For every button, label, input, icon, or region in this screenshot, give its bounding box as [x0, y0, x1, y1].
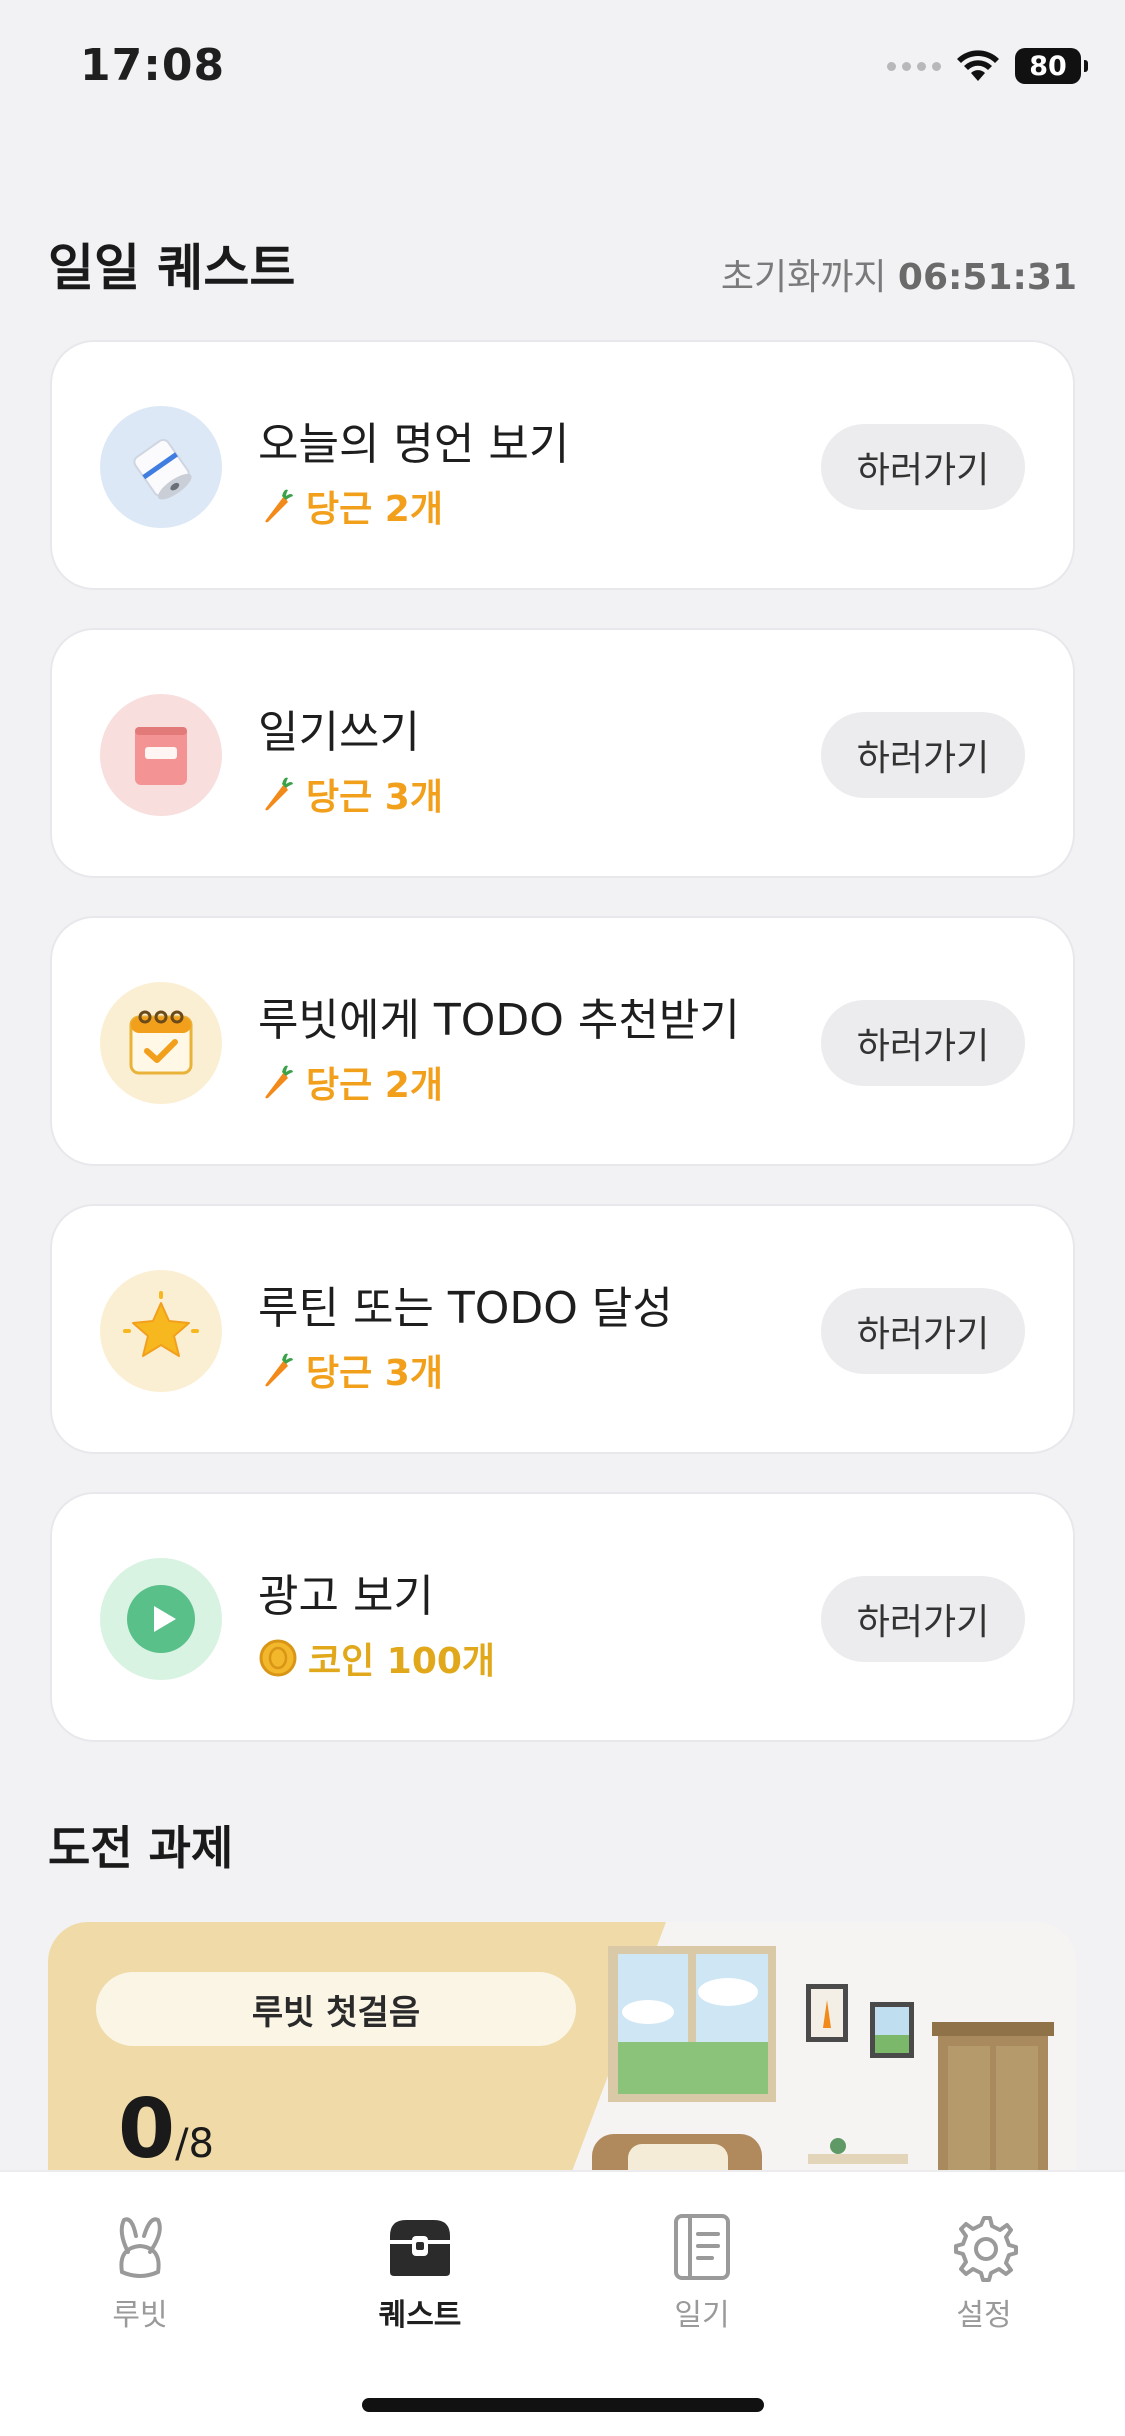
- go-button-routine[interactable]: 하러가기: [821, 1288, 1025, 1374]
- tab-label: 퀘스트: [378, 2298, 462, 2333]
- notebook-icon: [674, 2214, 730, 2280]
- carrot-icon: [265, 489, 293, 523]
- quest-title: 루틴 또는 TODO 달성: [258, 1283, 673, 1334]
- quest-title: 일기쓰기: [258, 707, 420, 758]
- quest-reward: 코인 100개: [258, 1632, 495, 1684]
- status-icons: 80: [887, 48, 1088, 84]
- quest-card-quote: 오늘의 명언 보기 당근 2개 하러가기: [50, 340, 1075, 590]
- carrot-icon: [265, 1353, 293, 1387]
- challenge-card[interactable]: 루빗 첫걸음 0/8: [48, 1922, 1076, 2182]
- reward-text: 코인 100개: [308, 1641, 496, 1682]
- go-button-quote[interactable]: 하러가기: [821, 424, 1025, 510]
- daily-quest-title: 일일 퀘스트: [48, 239, 296, 297]
- quest-reward: 당근 3개: [258, 1344, 443, 1396]
- quest-card-todo-recommend: 루빗에게 TODO 추천받기 당근 2개 하러가기: [50, 916, 1075, 1166]
- reward-text: 당근 3개: [306, 777, 443, 818]
- rabbit-icon: [119, 2217, 162, 2278]
- quest-card-routine: 루틴 또는 TODO 달성 당근 3개 하러가기: [50, 1204, 1075, 1454]
- star-icon: [100, 1270, 222, 1392]
- challenge-label: 루빗 첫걸음: [96, 1972, 576, 2046]
- reward-text: 당근 2개: [306, 489, 443, 530]
- reset-timer: 초기화까지 06:51:31: [721, 248, 1077, 300]
- carrot-icon: [265, 1065, 293, 1099]
- diary-book-icon: [100, 694, 222, 816]
- go-button-ad[interactable]: 하러가기: [821, 1576, 1025, 1662]
- tab-quest[interactable]: 퀘스트: [340, 2212, 500, 2334]
- calendar-check-icon: [100, 982, 222, 1104]
- quest-title: 오늘의 명언 보기: [258, 419, 570, 470]
- reward-text: 당근 3개: [306, 1353, 443, 1394]
- tab-diary[interactable]: 일기: [622, 2212, 782, 2334]
- challenge-progress: 0/8: [118, 2082, 214, 2177]
- quest-reward: 당근 2개: [258, 480, 443, 532]
- quest-list: 오늘의 명언 보기 당근 2개 하러가기 일기쓰기 당근 3개 하러가기 루빗에…: [50, 340, 1075, 1780]
- tab-label: 설정: [956, 2298, 1012, 2333]
- quest-title: 루빗에게 TODO 추천받기: [258, 995, 740, 1046]
- reset-time: 06:51:31: [897, 257, 1077, 298]
- coin-icon: [259, 1639, 297, 1677]
- quest-card-ad: 광고 보기 코인 100개 하러가기: [50, 1492, 1075, 1742]
- tab-settings[interactable]: 설정: [904, 2212, 1064, 2334]
- gear-icon: [954, 2216, 1018, 2282]
- carrot-icon: [265, 777, 293, 811]
- wifi-icon: [957, 50, 999, 81]
- go-button-todo-recommend[interactable]: 하러가기: [821, 1000, 1025, 1086]
- tab-rubit[interactable]: 루빗: [60, 2212, 220, 2334]
- quest-card-diary: 일기쓰기 당근 3개 하러가기: [50, 628, 1075, 878]
- scroll-icon: [100, 406, 222, 528]
- tab-label: 일기: [674, 2298, 730, 2333]
- status-time: 17:08: [80, 40, 226, 91]
- battery-indicator: 80: [1015, 48, 1088, 84]
- challenge-section-title: 도전 과제: [48, 1821, 234, 1875]
- quest-reward: 당근 2개: [258, 1056, 443, 1108]
- reward-text: 당근 2개: [306, 1065, 443, 1106]
- tab-label: 루빗: [112, 2298, 168, 2333]
- cellular-signal-icon: [887, 61, 941, 71]
- reset-label: 초기화까지: [720, 257, 887, 298]
- challenge-progress-total: /8: [175, 2121, 214, 2167]
- quest-reward: 당근 3개: [258, 768, 443, 820]
- play-icon: [100, 1558, 222, 1680]
- treasure-chest-icon: [390, 2220, 450, 2276]
- quest-title: 광고 보기: [258, 1571, 434, 1622]
- tab-bar: 루빗 퀘스트 일기 설정: [0, 2170, 1125, 2436]
- challenge-progress-current: 0: [118, 2082, 176, 2177]
- go-button-diary[interactable]: 하러가기: [821, 712, 1025, 798]
- status-bar: 17:08 80: [0, 0, 1125, 140]
- home-indicator[interactable]: [362, 2398, 764, 2412]
